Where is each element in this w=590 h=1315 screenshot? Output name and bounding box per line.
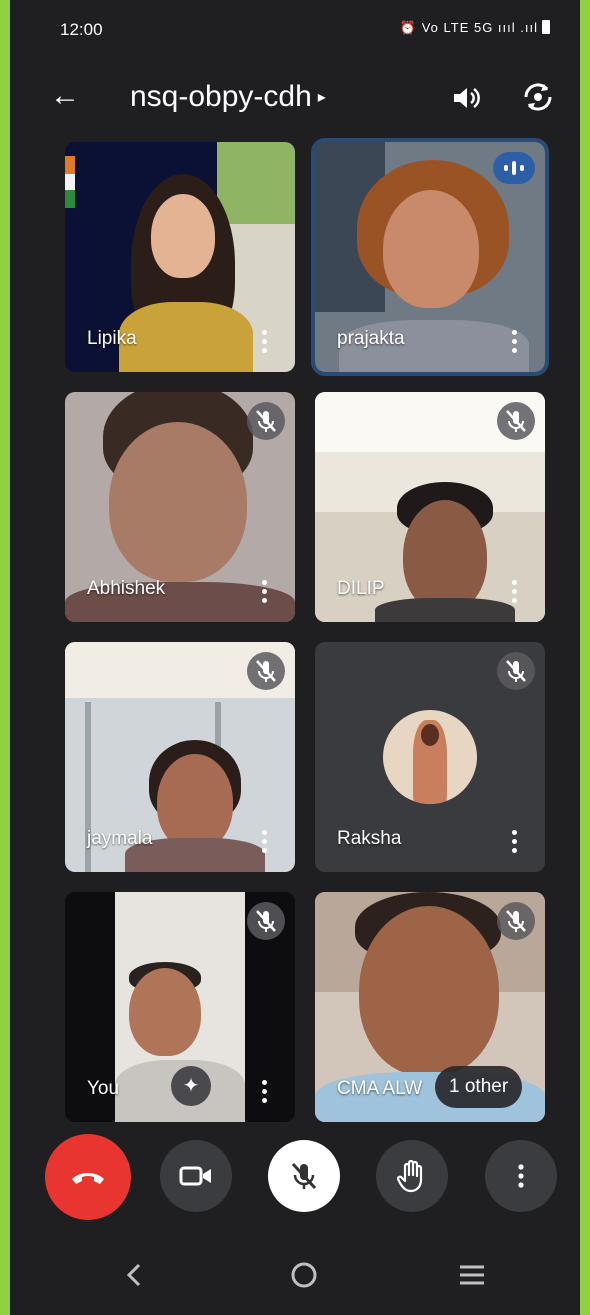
microphone-toggle-button[interactable] xyxy=(268,1140,340,1212)
mic-off-icon xyxy=(497,902,535,940)
hand-icon xyxy=(397,1159,423,1193)
mic-off-icon xyxy=(247,902,285,940)
meet-call-screen: 12:00 ⏰ Vo LTE 5G ıııl .ııl ← nsq-obpy-c… xyxy=(10,0,580,1315)
participant-tile-self[interactable]: You ✦ xyxy=(65,892,295,1122)
participant-name: CMA ALW xyxy=(337,1078,423,1099)
more-options-icon[interactable] xyxy=(261,328,267,354)
participant-name: Lipika xyxy=(87,328,137,349)
mic-off-icon xyxy=(497,652,535,690)
hang-up-icon xyxy=(72,1173,104,1184)
end-call-button[interactable] xyxy=(45,1134,131,1220)
participant-name: You xyxy=(87,1078,120,1099)
participant-tile[interactable]: CMA ALW 1 other xyxy=(315,892,545,1122)
face xyxy=(109,422,247,582)
switch-camera-icon[interactable] xyxy=(520,80,556,114)
avatar-head xyxy=(421,724,439,746)
clothing xyxy=(119,302,253,372)
battery-icon xyxy=(542,20,550,34)
face xyxy=(151,194,215,278)
flag-white xyxy=(65,174,75,190)
window-background xyxy=(217,142,295,232)
participant-name: jaymala xyxy=(87,828,153,849)
participant-name: Raksha xyxy=(337,828,402,849)
caret-right-icon: ▸ xyxy=(317,89,326,106)
speaker-icon[interactable] xyxy=(450,82,482,114)
mic-off-icon xyxy=(291,1162,317,1190)
nav-back-icon[interactable] xyxy=(115,1255,155,1295)
effects-sparkle-icon[interactable]: ✦ xyxy=(171,1066,211,1106)
meeting-title[interactable]: nsq-obpy-cdh ▸ xyxy=(130,80,326,114)
flag-saffron xyxy=(65,156,75,174)
participant-tile[interactable]: Lipika xyxy=(65,142,295,372)
face xyxy=(359,906,499,1076)
status-bar: 12:00 ⏰ Vo LTE 5G ıııl .ııl xyxy=(60,18,550,44)
meeting-code: nsq-obpy-cdh xyxy=(130,80,312,113)
speaking-indicator-icon xyxy=(493,152,535,184)
face xyxy=(129,968,201,1056)
participant-name: prajakta xyxy=(337,328,405,349)
more-options-icon[interactable] xyxy=(511,828,517,854)
more-options-button[interactable] xyxy=(485,1140,557,1212)
vertical-dots-icon xyxy=(518,1164,524,1188)
status-icons: ⏰ Vo LTE 5G ıııl .ııl xyxy=(400,20,550,36)
video-camera-icon xyxy=(179,1166,211,1186)
more-options-icon[interactable] xyxy=(261,828,267,854)
face xyxy=(403,500,487,612)
back-arrow-icon[interactable]: ← xyxy=(50,78,80,114)
participant-name: DILIP xyxy=(337,578,385,599)
participant-tile[interactable]: jaymala xyxy=(65,642,295,872)
camera-toggle-button[interactable] xyxy=(160,1140,232,1212)
status-time: 12:00 xyxy=(60,20,103,39)
signal-icons: ⏰ Vo LTE 5G ıııl .ııl xyxy=(399,20,538,35)
face xyxy=(383,190,479,308)
more-options-icon[interactable] xyxy=(261,1078,267,1104)
more-options-icon[interactable] xyxy=(261,578,267,604)
android-navigation-bar xyxy=(10,1245,580,1315)
participant-name: Abhishek xyxy=(87,578,166,599)
others-count-badge[interactable]: 1 other xyxy=(435,1066,523,1108)
participant-tile[interactable]: Abhishek xyxy=(65,392,295,622)
clothing xyxy=(375,598,515,622)
top-bar: ← nsq-obpy-cdh ▸ xyxy=(10,78,580,118)
nav-home-icon[interactable] xyxy=(284,1255,324,1295)
call-controls xyxy=(10,1134,580,1230)
flag-green xyxy=(65,190,75,208)
raise-hand-button[interactable] xyxy=(376,1140,448,1212)
mic-off-icon xyxy=(497,402,535,440)
face xyxy=(157,754,233,850)
participant-tile-active-speaker[interactable]: prajakta xyxy=(311,138,549,376)
mic-off-icon xyxy=(247,402,285,440)
avatar xyxy=(383,710,477,804)
participant-tile[interactable]: DILIP xyxy=(315,392,545,622)
nav-recents-icon[interactable] xyxy=(452,1255,492,1295)
more-options-icon[interactable] xyxy=(511,328,517,354)
participant-tile[interactable]: Raksha xyxy=(315,642,545,872)
mic-off-icon xyxy=(247,652,285,690)
more-options-icon[interactable] xyxy=(511,578,517,604)
